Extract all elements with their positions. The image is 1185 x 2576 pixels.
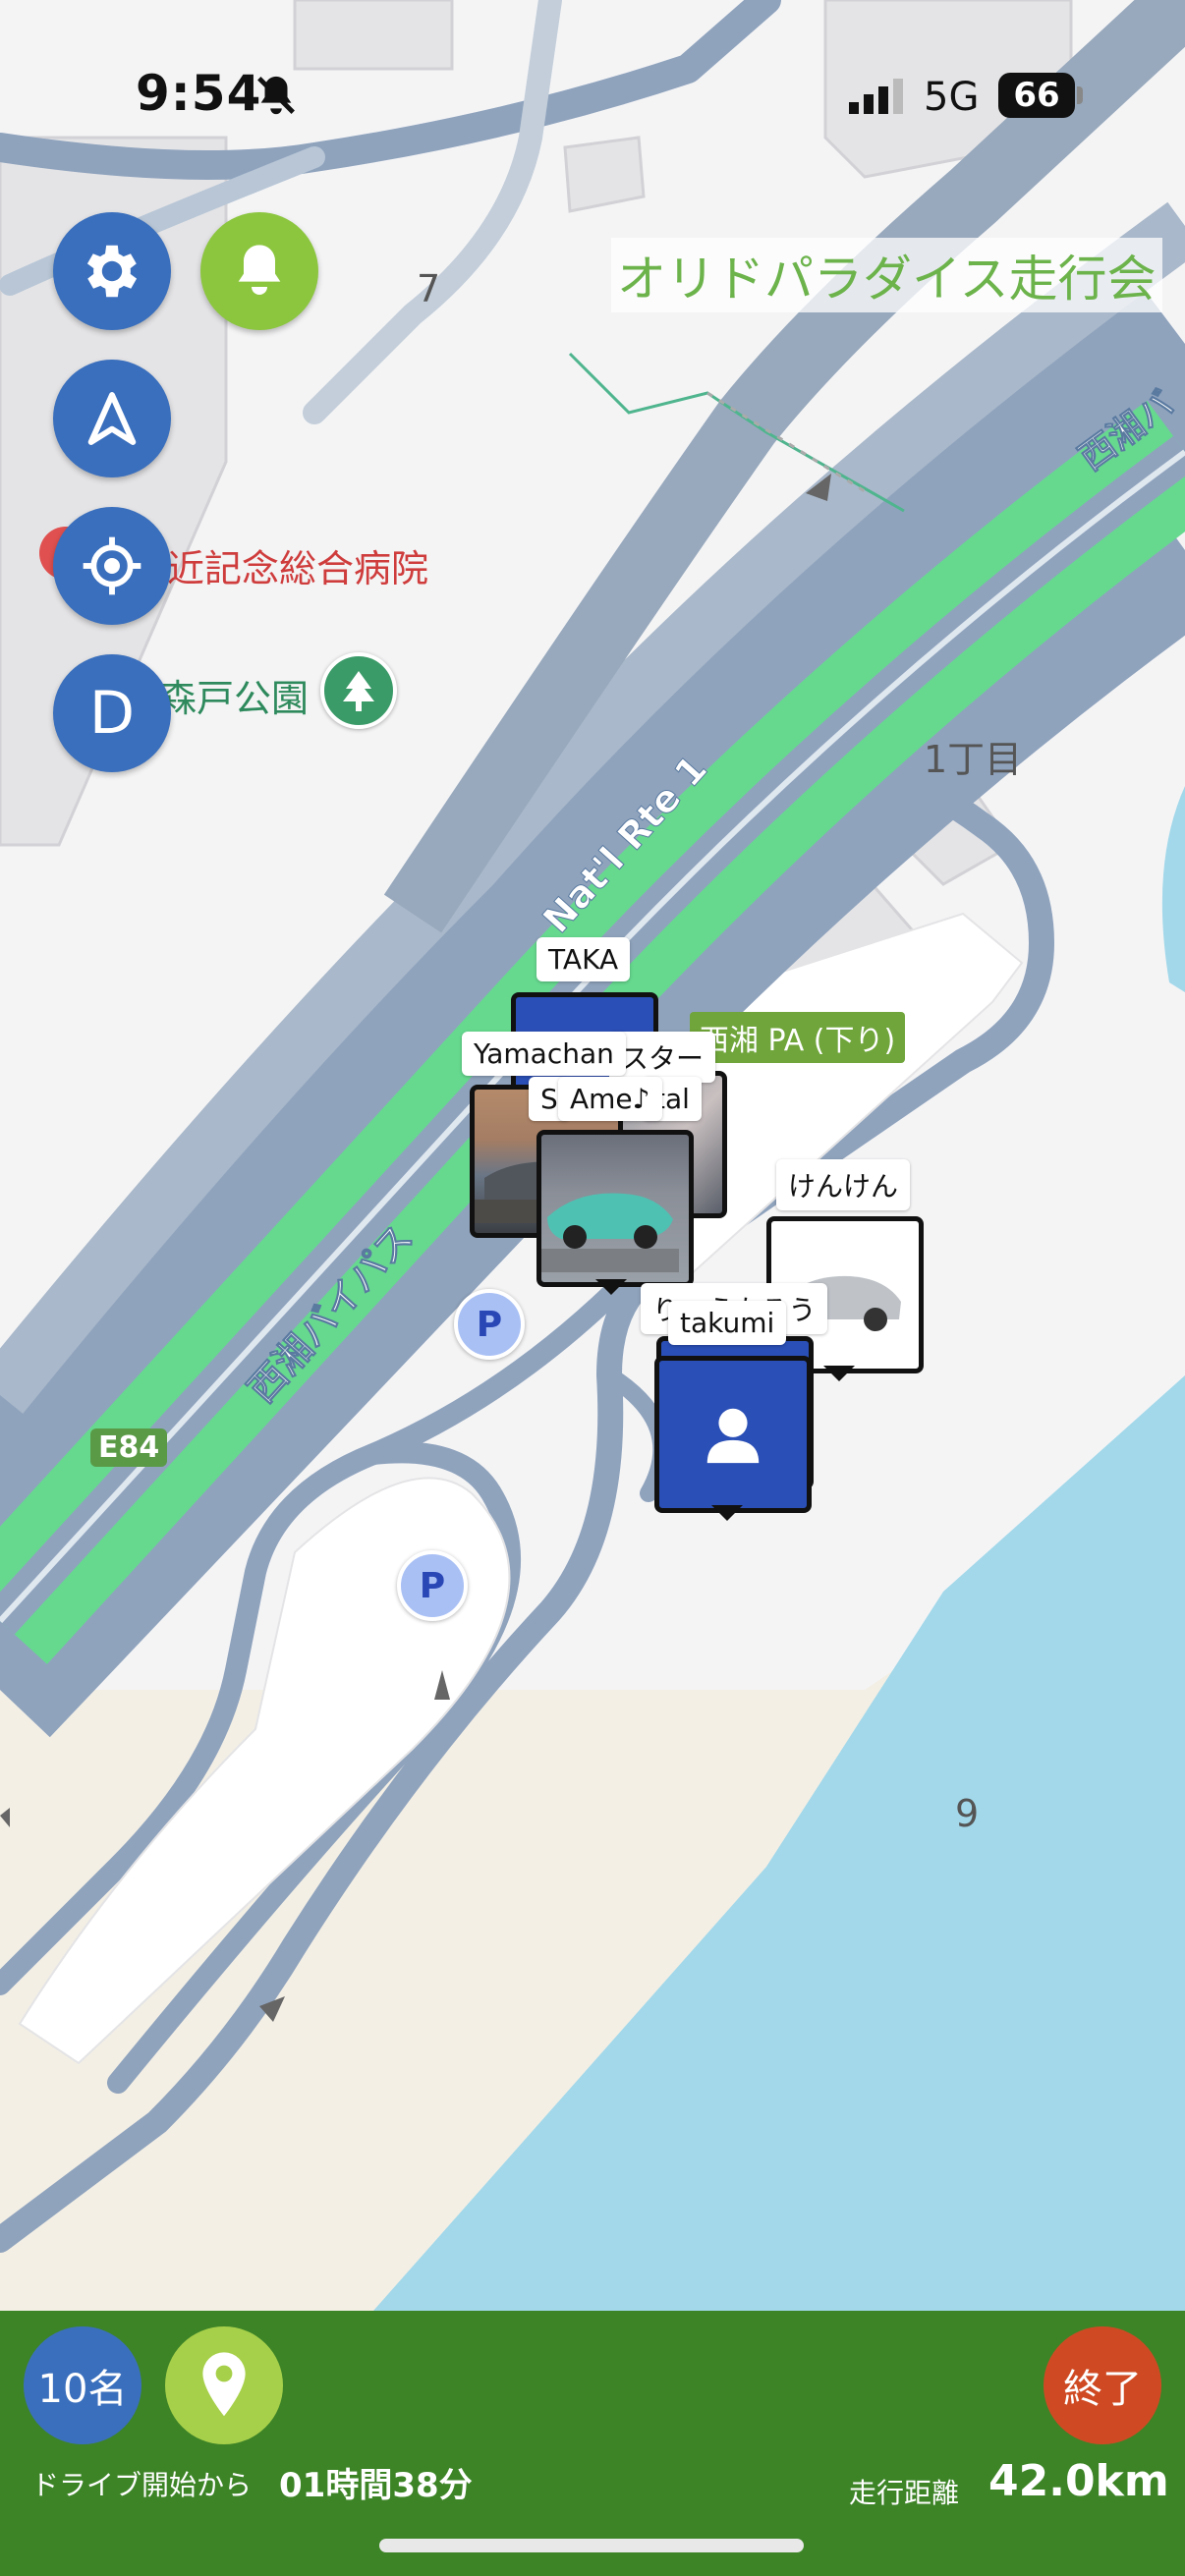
distance-value: 42.0km — [988, 2456, 1169, 2506]
sea-area-right — [1161, 786, 1185, 992]
signal-icon — [849, 79, 908, 118]
navigation-button[interactable] — [53, 360, 171, 477]
end-button[interactable]: 終了 — [1044, 2326, 1161, 2444]
settings-button[interactable] — [53, 212, 171, 330]
tree-icon[interactable] — [320, 652, 397, 729]
member-count-button[interactable]: 10名 — [24, 2326, 141, 2444]
home-indicator — [379, 2539, 804, 2552]
marker-pointer — [823, 1366, 855, 1381]
parking-icon[interactable]: P — [454, 1289, 525, 1360]
notification-button[interactable] — [200, 212, 318, 330]
park-label: 森戸公園 — [159, 677, 310, 720]
chome-label: 1丁目 — [924, 738, 1023, 781]
d-mode-label: D — [88, 679, 136, 748]
elapsed-label: ドライブ開始から — [31, 2469, 253, 2501]
map-pin-icon — [202, 2352, 246, 2417]
locate-button[interactable] — [53, 507, 171, 625]
bell-icon — [238, 245, 281, 295]
parking-area-label: 西湘 PA (下り) — [690, 1012, 906, 1063]
marker-pointer — [595, 1279, 627, 1295]
user-marker-name: TAKA — [536, 937, 631, 981]
event-title: オリドパラダイス走行会 — [611, 238, 1162, 312]
crosshair-icon — [83, 536, 141, 595]
user-marker[interactable] — [654, 1356, 812, 1513]
marker-pointer — [711, 1505, 743, 1521]
map-canvas[interactable]: Nat'l Rte 1 西湘バイパス 西湘バ — [0, 0, 1185, 2576]
d-mode-button[interactable]: D — [53, 654, 171, 772]
person-icon — [706, 1408, 760, 1464]
user-marker-name: takumi — [668, 1301, 787, 1345]
user-marker-name: Ame♪ — [558, 1077, 662, 1121]
elapsed-value: 01時間38分 — [279, 2466, 473, 2505]
gear-icon — [86, 245, 138, 298]
user-marker[interactable] — [536, 1130, 694, 1287]
block-number-7: 7 — [417, 267, 441, 310]
parking-icon[interactable]: P — [397, 1550, 468, 1621]
user-marker-name: Yamachan — [462, 1032, 626, 1076]
status-time: 9:54 — [136, 65, 262, 122]
location-button[interactable] — [165, 2326, 283, 2444]
network-type: 5G — [924, 75, 980, 120]
distance-label: 走行距離 — [849, 2477, 960, 2509]
hospital-label: 近記念総合病院 — [167, 547, 429, 590]
bell-off-icon — [254, 73, 299, 122]
navigation-arrow-icon — [87, 392, 137, 445]
user-marker-name: けんけん — [776, 1159, 911, 1210]
battery-indicator: 66 — [998, 73, 1083, 118]
route-shield: E84 — [90, 1428, 168, 1467]
block-number-9: 9 — [955, 1792, 980, 1835]
